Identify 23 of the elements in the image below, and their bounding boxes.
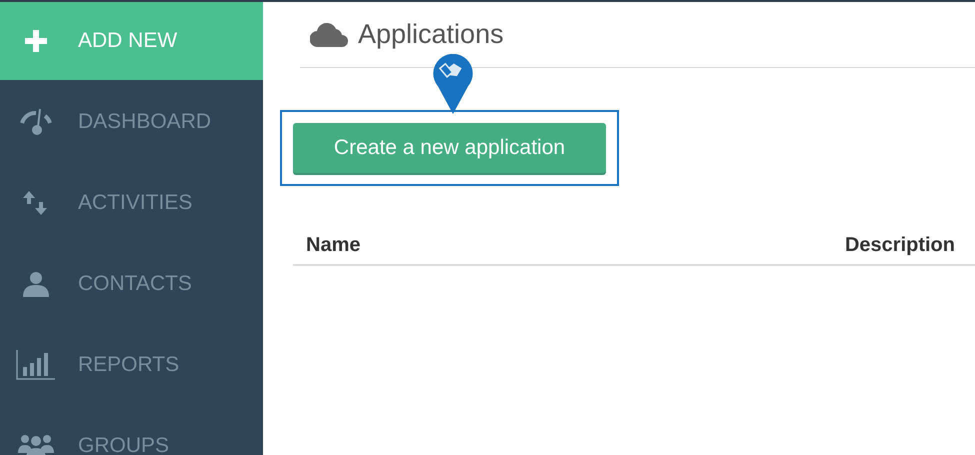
group-icon [18, 433, 54, 455]
create-application-button[interactable]: Create a new application [293, 123, 606, 173]
sidebar-item[interactable]: CONTACTS [0, 245, 263, 323]
column-header: Description [844, 233, 955, 258]
column-header: Name [306, 233, 360, 258]
sidebar-label: GROUPS [78, 433, 170, 455]
up-down-arrows-icon [22, 191, 50, 215]
sidebar-label: REPORTS [78, 352, 180, 378]
gauge-icon [19, 107, 53, 137]
page-title: Applications [358, 18, 504, 52]
sidebar-item[interactable]: REPORTS [0, 326, 263, 404]
sidebar-label: ACTIVITIES [78, 190, 192, 216]
sidebar-label: DASHBOARD [78, 109, 212, 136]
plus-icon [25, 30, 47, 52]
sidebar-item[interactable]: ADD NEW [0, 2, 263, 80]
person-icon [22, 271, 50, 297]
sidebar-item[interactable]: ACTIVITIES [0, 164, 263, 242]
sidebar-item[interactable]: DASHBOARD [0, 83, 263, 161]
sidebar-label: ADD NEW [78, 28, 178, 54]
bar-chart-icon [16, 350, 56, 380]
sidebar-label: CONTACTS [78, 271, 192, 298]
cloud-icon [310, 22, 348, 46]
sidebar-item[interactable]: GROUPS [0, 407, 263, 455]
